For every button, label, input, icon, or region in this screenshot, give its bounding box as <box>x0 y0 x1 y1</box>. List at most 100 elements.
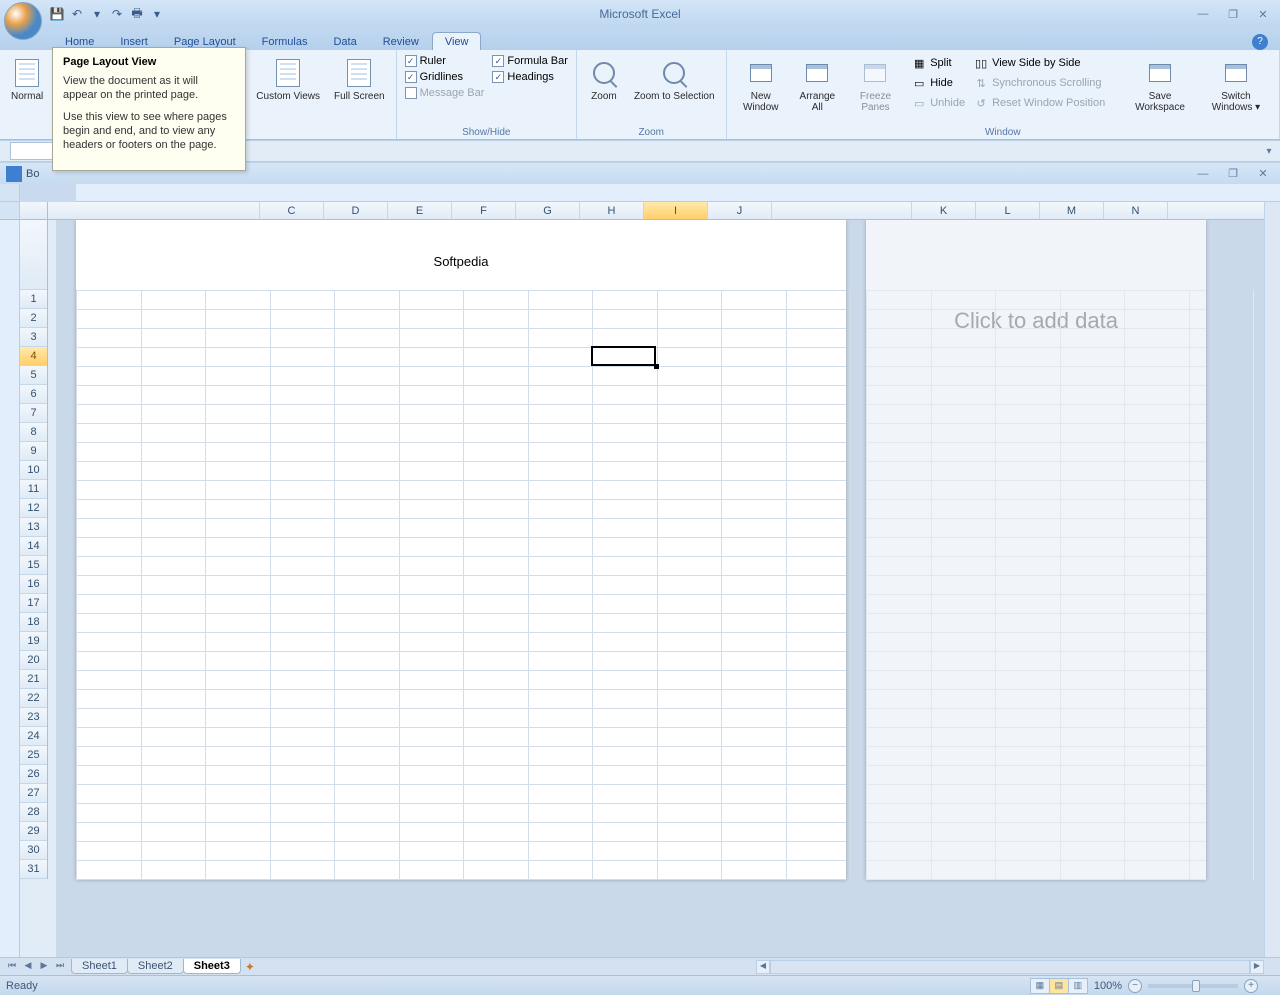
zoom-slider[interactable] <box>1148 984 1238 988</box>
row-header-23[interactable]: 23 <box>20 708 47 727</box>
tab-data[interactable]: Data <box>320 32 369 50</box>
row-header-18[interactable]: 18 <box>20 613 47 632</box>
row-header-4[interactable]: 4 <box>20 347 47 366</box>
row-header-15[interactable]: 15 <box>20 556 47 575</box>
zoom-out-button[interactable]: − <box>1128 979 1142 993</box>
help-icon[interactable]: ? <box>1252 34 1268 50</box>
fill-handle[interactable] <box>654 364 659 369</box>
insert-worksheet-button[interactable]: ✦ <box>245 960 265 974</box>
restore-button[interactable]: ❐ <box>1222 6 1244 22</box>
column-header-L[interactable]: L <box>976 202 1040 219</box>
row-header-9[interactable]: 9 <box>20 442 47 461</box>
row-header-10[interactable]: 10 <box>20 461 47 480</box>
new-window-button[interactable]: New Window <box>733 54 789 124</box>
selected-cell[interactable] <box>591 346 656 366</box>
hide-button[interactable]: ▭Hide <box>909 74 967 92</box>
zoom-level[interactable]: 100% <box>1094 980 1122 992</box>
headings-checkbox[interactable]: ✓Headings <box>490 70 570 84</box>
workbook-restore-button[interactable]: ❐ <box>1222 166 1244 182</box>
save-icon[interactable]: 💾 <box>48 5 66 23</box>
vertical-ruler[interactable] <box>0 220 20 957</box>
column-header-E[interactable]: E <box>388 202 452 219</box>
row-header-25[interactable]: 25 <box>20 746 47 765</box>
row-header-28[interactable]: 28 <box>20 803 47 822</box>
row-header-22[interactable]: 22 <box>20 689 47 708</box>
horizontal-scrollbar[interactable] <box>770 960 1250 974</box>
dropdown-icon[interactable]: ▾ <box>88 5 106 23</box>
column-header-K[interactable]: K <box>912 202 976 219</box>
zoom-thumb[interactable] <box>1192 980 1200 992</box>
row-header-11[interactable]: 11 <box>20 480 47 499</box>
sheet-tab-sheet1[interactable]: Sheet1 <box>71 959 128 974</box>
row-header-12[interactable]: 12 <box>20 499 47 518</box>
column-header-D[interactable]: D <box>324 202 388 219</box>
normal-view-shortcut[interactable]: ▦ <box>1030 978 1050 994</box>
formula-bar-checkbox[interactable]: ✓Formula Bar <box>490 54 570 68</box>
hscroll-left[interactable]: ◀ <box>756 960 770 974</box>
row-header-21[interactable]: 21 <box>20 670 47 689</box>
normal-view-button[interactable]: Normal <box>6 54 48 124</box>
column-header-C[interactable]: C <box>260 202 324 219</box>
row-header-3[interactable]: 3 <box>20 328 47 347</box>
row-header-8[interactable]: 8 <box>20 423 47 442</box>
office-button[interactable] <box>4 2 42 40</box>
tab-review[interactable]: Review <box>370 32 432 50</box>
split-button[interactable]: ▦Split <box>909 54 967 72</box>
row-header-31[interactable]: 31 <box>20 860 47 879</box>
row-header-6[interactable]: 6 <box>20 385 47 404</box>
horizontal-ruler[interactable] <box>20 184 1280 202</box>
row-header-1[interactable]: 1 <box>20 290 47 309</box>
tab-view[interactable]: View <box>432 32 482 50</box>
workbook-minimize-button[interactable]: — <box>1192 166 1214 182</box>
row-header-7[interactable]: 7 <box>20 404 47 423</box>
hscroll-right[interactable]: ▶ <box>1250 960 1264 974</box>
custom-views-button[interactable]: Custom Views <box>251 54 325 124</box>
row-header-24[interactable]: 24 <box>20 727 47 746</box>
close-button[interactable]: ✕ <box>1252 6 1274 22</box>
row-header-26[interactable]: 26 <box>20 765 47 784</box>
save-workspace-button[interactable]: Save Workspace <box>1125 54 1195 124</box>
zoom-to-selection-button[interactable]: Zoom to Selection <box>629 54 720 124</box>
page-layout-shortcut[interactable]: ▤ <box>1049 978 1069 994</box>
sheet-nav-prev[interactable]: ◀ <box>20 960 36 974</box>
full-screen-button[interactable]: Full Screen <box>329 54 390 124</box>
row-header-14[interactable]: 14 <box>20 537 47 556</box>
ruler-checkbox[interactable]: ✓Ruler <box>403 54 487 68</box>
row-header-29[interactable]: 29 <box>20 822 47 841</box>
zoom-in-button[interactable]: + <box>1244 979 1258 993</box>
row-header-30[interactable]: 30 <box>20 841 47 860</box>
formula-bar-expand-icon[interactable]: ▾ <box>1258 146 1280 157</box>
minimize-button[interactable]: — <box>1192 6 1214 22</box>
view-side-by-side-button[interactable]: ▯▯View Side by Side <box>971 54 1121 72</box>
row-header-13[interactable]: 13 <box>20 518 47 537</box>
page-break-shortcut[interactable]: ▥ <box>1068 978 1088 994</box>
row-header-17[interactable]: 17 <box>20 594 47 613</box>
qat-customize-icon[interactable]: ▾ <box>148 5 166 23</box>
column-header-G[interactable]: G <box>516 202 580 219</box>
sheet-nav-next[interactable]: ▶ <box>36 960 52 974</box>
page-1[interactable]: Softpedia <box>76 220 846 880</box>
column-header-F[interactable]: F <box>452 202 516 219</box>
column-header-J[interactable]: J <box>708 202 772 219</box>
sheet-tab-sheet3[interactable]: Sheet3 <box>183 959 241 974</box>
row-header-19[interactable]: 19 <box>20 632 47 651</box>
row-header-16[interactable]: 16 <box>20 575 47 594</box>
row-header-2[interactable]: 2 <box>20 309 47 328</box>
gridlines-checkbox[interactable]: ✓Gridlines <box>403 70 487 84</box>
redo-icon[interactable]: ↷ <box>108 5 126 23</box>
row-header-5[interactable]: 5 <box>20 366 47 385</box>
sheet-tab-sheet2[interactable]: Sheet2 <box>127 959 184 974</box>
page-header[interactable]: Softpedia <box>76 220 846 290</box>
undo-icon[interactable]: ↶ <box>68 5 86 23</box>
select-all-button[interactable] <box>20 202 48 220</box>
column-header-I[interactable]: I <box>644 202 708 219</box>
arrange-all-button[interactable]: Arrange All <box>793 54 842 124</box>
sheet-nav-last[interactable]: ⏭ <box>52 960 68 974</box>
column-header-H[interactable]: H <box>580 202 644 219</box>
row-header-27[interactable]: 27 <box>20 784 47 803</box>
vertical-scrollbar[interactable] <box>1264 202 1280 957</box>
zoom-button[interactable]: Zoom <box>583 54 625 124</box>
sheet-nav-first[interactable]: ⏮ <box>4 960 20 974</box>
row-header-20[interactable]: 20 <box>20 651 47 670</box>
column-header-M[interactable]: M <box>1040 202 1104 219</box>
